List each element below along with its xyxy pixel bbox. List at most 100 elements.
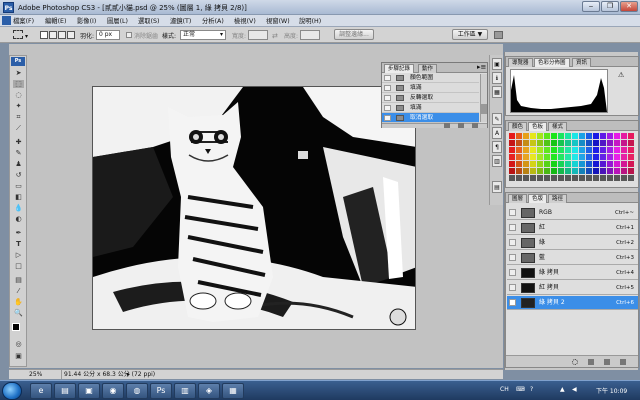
visibility-toggle[interactable]	[509, 254, 516, 261]
color-swatch[interactable]	[586, 161, 592, 167]
color-swatch[interactable]	[586, 154, 592, 160]
menu-view[interactable]: 檢視(V)	[234, 16, 256, 25]
taskbar-app-icon[interactable]: ◍	[126, 383, 148, 399]
visibility-toggle[interactable]	[509, 224, 516, 231]
status-arrow-icon[interactable]: ▸	[127, 370, 130, 379]
color-swatch[interactable]	[551, 140, 557, 146]
color-swatch[interactable]	[579, 175, 585, 181]
color-swatch[interactable]	[544, 133, 550, 139]
color-swatch[interactable]	[565, 168, 571, 174]
ime-indicator[interactable]: CH	[500, 386, 509, 393]
color-swatch[interactable]	[509, 154, 515, 160]
color-swatch[interactable]	[565, 147, 571, 153]
color-swatch[interactable]	[516, 140, 522, 146]
network-icon[interactable]: ▲	[560, 386, 565, 393]
color-swatch[interactable]	[579, 147, 585, 153]
color-swatch[interactable]	[600, 147, 606, 153]
taskbar-ie-icon[interactable]: e	[30, 383, 52, 399]
tool-presets-icon[interactable]: ▥	[492, 155, 502, 167]
color-swatch[interactable]	[516, 154, 522, 160]
tab-swatches[interactable]: 色板	[528, 122, 548, 131]
color-swatch[interactable]	[579, 140, 585, 146]
color-swatch[interactable]	[516, 161, 522, 167]
menu-layer[interactable]: 圖層(L)	[107, 16, 128, 25]
color-swatch[interactable]	[586, 147, 592, 153]
color-swatch[interactable]	[530, 168, 536, 174]
color-swatch[interactable]	[516, 175, 522, 181]
color-swatch[interactable]	[572, 154, 578, 160]
color-swatch[interactable]	[558, 168, 564, 174]
color-swatch[interactable]	[523, 133, 529, 139]
color-swatch[interactable]	[614, 133, 620, 139]
color-swatch[interactable]	[551, 168, 557, 174]
shape-tool-icon[interactable]: □	[13, 262, 24, 270]
color-swatch[interactable]	[551, 133, 557, 139]
menu-edit[interactable]: 編輯(E)	[45, 16, 67, 25]
color-swatch[interactable]	[537, 154, 543, 160]
color-swatch[interactable]	[593, 147, 599, 153]
color-swatch[interactable]	[537, 161, 543, 167]
color-swatch[interactable]	[530, 147, 536, 153]
color-swatch[interactable]	[572, 161, 578, 167]
tab-actions[interactable]: 動作	[418, 64, 438, 73]
color-swatch[interactable]	[565, 140, 571, 146]
visibility-toggle[interactable]	[509, 269, 516, 276]
add-selection-icon[interactable]	[49, 31, 57, 39]
channel-row[interactable]: 紅 拷貝 Ctrl+5	[507, 281, 638, 295]
new-selection-icon[interactable]	[40, 31, 48, 39]
color-swatch[interactable]	[621, 168, 627, 174]
color-swatch[interactable]	[600, 161, 606, 167]
taskbar-app-icon[interactable]: ▣	[78, 383, 100, 399]
color-swatch[interactable]	[551, 175, 557, 181]
color-swatch[interactable]	[509, 175, 515, 181]
character-icon[interactable]: A	[492, 127, 502, 139]
color-swatch[interactable]	[621, 147, 627, 153]
menu-file[interactable]: 檔案(F)	[13, 16, 34, 25]
help-icon[interactable]: ?	[530, 386, 533, 393]
app-menu-icon[interactable]	[2, 16, 11, 25]
color-swatch[interactable]	[600, 154, 606, 160]
blur-tool-icon[interactable]: 💧	[13, 204, 24, 212]
intersect-selection-icon[interactable]	[67, 31, 75, 39]
color-swatch[interactable]	[551, 147, 557, 153]
marquee-tool-icon[interactable]: ⬚	[13, 80, 24, 88]
color-swatch[interactable]	[558, 154, 564, 160]
clock[interactable]: 下午 10:09	[596, 386, 627, 395]
history-step[interactable]: 反轉選取	[382, 93, 479, 103]
visibility-toggle[interactable]	[509, 239, 516, 246]
color-swatch[interactable]	[544, 147, 550, 153]
layer-comps-icon[interactable]: ▤	[492, 181, 502, 193]
color-swatch[interactable]	[537, 168, 543, 174]
color-swatch[interactable]	[516, 133, 522, 139]
color-swatch[interactable]	[621, 133, 627, 139]
minimize-button[interactable]: ‒	[582, 1, 600, 12]
color-swatch[interactable]	[614, 161, 620, 167]
color-swatch[interactable]	[523, 168, 529, 174]
color-swatch[interactable]	[579, 168, 585, 174]
color-swatch[interactable]	[530, 140, 536, 146]
document-canvas[interactable]	[92, 86, 416, 330]
channel-row[interactable]: 紅 Ctrl+1	[507, 221, 638, 235]
color-swatch[interactable]	[621, 140, 627, 146]
tab-navigator[interactable]: 導覽器	[508, 58, 533, 67]
color-swatch[interactable]	[600, 140, 606, 146]
taskbar-photoshop-icon[interactable]: Ps	[150, 383, 172, 399]
color-swatch[interactable]	[565, 175, 571, 181]
color-swatch[interactable]	[516, 147, 522, 153]
color-swatch[interactable]	[544, 168, 550, 174]
new-document-icon[interactable]	[444, 123, 450, 128]
color-swatch[interactable]	[551, 161, 557, 167]
color-swatch[interactable]	[586, 133, 592, 139]
color-swatch[interactable]	[593, 161, 599, 167]
history-scrollbar[interactable]	[480, 74, 487, 122]
path-selection-tool-icon[interactable]: ▷	[13, 251, 24, 259]
color-swatch[interactable]	[523, 140, 529, 146]
magic-wand-tool-icon[interactable]: ✦	[13, 102, 24, 110]
refine-edge-button[interactable]: 調整邊緣...	[334, 29, 374, 40]
color-swatch[interactable]	[607, 154, 613, 160]
color-swatch[interactable]	[523, 154, 529, 160]
color-swatch[interactable]	[614, 147, 620, 153]
quick-mask-icon[interactable]: ◎	[13, 340, 24, 348]
load-selection-icon[interactable]	[572, 359, 578, 365]
color-swatch[interactable]	[565, 133, 571, 139]
